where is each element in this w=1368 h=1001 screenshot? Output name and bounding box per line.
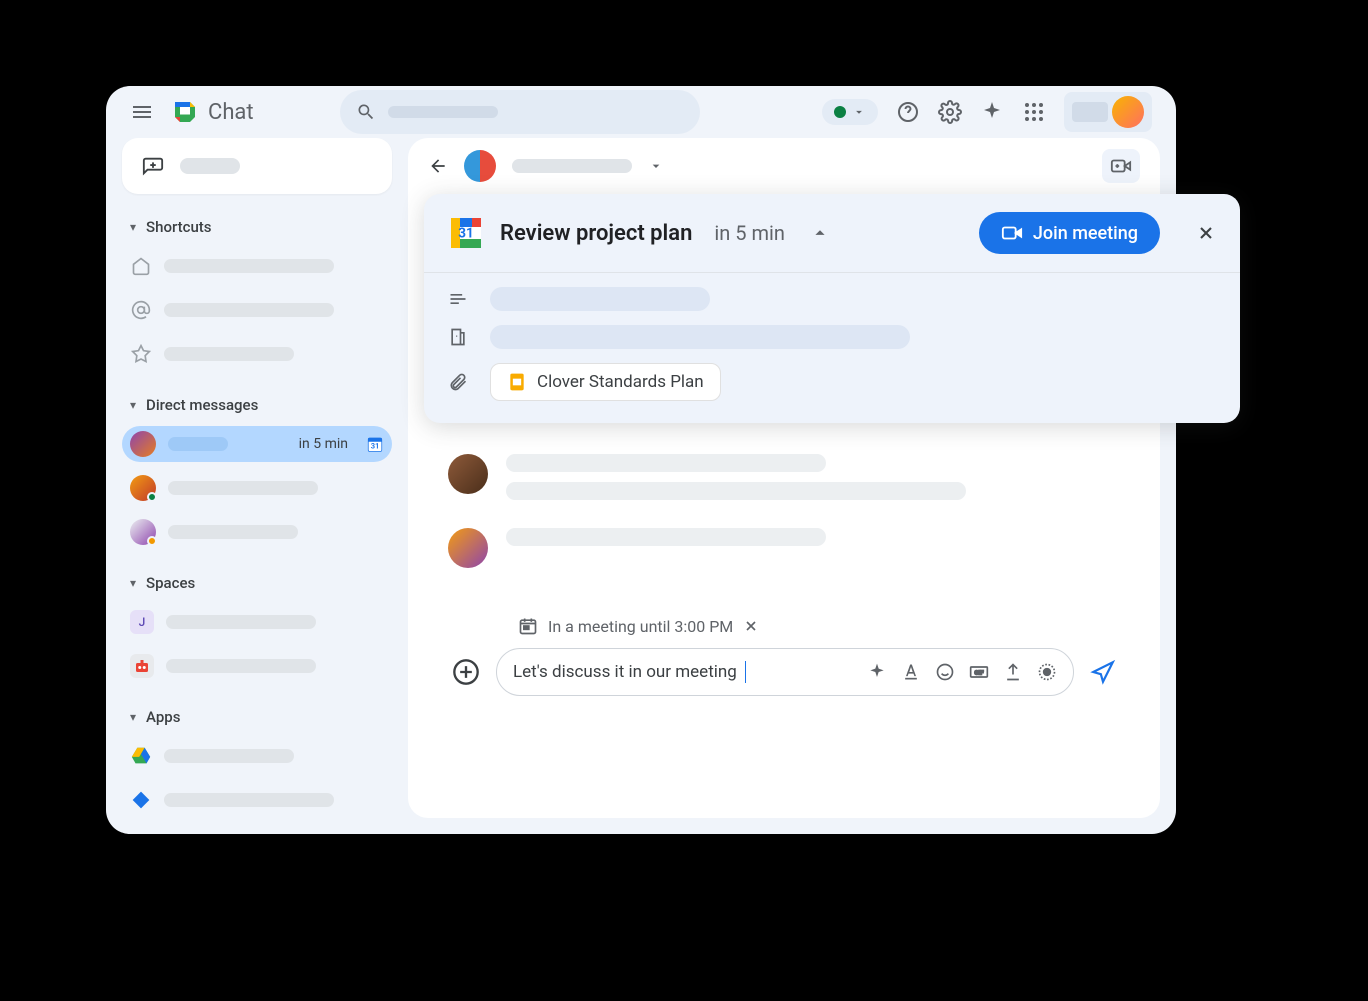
add-attachment-button[interactable] xyxy=(452,658,480,686)
calendar-icon: 31 xyxy=(448,215,484,251)
conversation-header xyxy=(408,138,1160,194)
status-menu[interactable] xyxy=(822,99,878,125)
meeting-title: Review project plan xyxy=(500,221,692,246)
description-icon xyxy=(448,289,468,309)
status-text: In a meeting until 3:00 PM xyxy=(548,617,733,636)
app-name: Chat xyxy=(208,100,254,125)
chevron-down-icon[interactable] xyxy=(648,158,664,174)
sidebar: ▾ Shortcuts ▾ Direct messages xyxy=(122,138,392,818)
search-icon xyxy=(356,102,376,122)
gif-icon[interactable]: GIF xyxy=(969,662,989,682)
message-item xyxy=(448,528,1120,568)
conversation-panel: 31 Review project plan in 5 min Join mee… xyxy=(408,138,1160,818)
spaces-header[interactable]: ▾ Spaces xyxy=(122,570,392,596)
send-button[interactable] xyxy=(1090,659,1116,685)
drive-icon xyxy=(130,745,152,767)
shortcut-mentions[interactable] xyxy=(122,292,392,328)
presence-status: In a meeting until 3:00 PM xyxy=(518,616,1120,636)
record-icon[interactable] xyxy=(1037,662,1057,682)
meeting-card: 31 Review project plan in 5 min Join mee… xyxy=(424,194,1240,423)
dm-avatar xyxy=(130,475,156,501)
meeting-time: in 5 min xyxy=(714,221,785,245)
back-icon[interactable] xyxy=(428,156,448,176)
home-icon xyxy=(130,255,152,277)
svg-text:GIF: GIF xyxy=(975,671,985,677)
new-chat-icon xyxy=(142,155,164,177)
mention-icon xyxy=(130,299,152,321)
sparkle-icon[interactable] xyxy=(980,100,1004,124)
shortcut-starred[interactable] xyxy=(122,336,392,372)
chevron-down-icon: ▾ xyxy=(130,398,136,412)
chevron-down-icon: ▾ xyxy=(130,220,136,234)
space-item[interactable]: J xyxy=(122,604,392,640)
search-input[interactable] xyxy=(340,90,700,134)
attachment-icon xyxy=(448,372,468,392)
message-avatar xyxy=(448,454,488,494)
star-icon xyxy=(130,343,152,365)
spaces-label: Spaces xyxy=(146,574,195,592)
jira-icon xyxy=(130,789,152,811)
dm-header[interactable]: ▾ Direct messages xyxy=(122,392,392,418)
svg-text:31: 31 xyxy=(458,226,474,242)
video-call-button[interactable] xyxy=(1102,149,1140,183)
new-chat-button[interactable] xyxy=(122,138,392,194)
app-item-drive[interactable] xyxy=(122,738,392,774)
apps-header[interactable]: ▾ Apps xyxy=(122,704,392,730)
dm-item[interactable] xyxy=(122,514,392,550)
slides-icon xyxy=(507,372,527,392)
apps-label: Apps xyxy=(146,708,180,726)
user-avatar xyxy=(1112,96,1144,128)
join-meeting-button[interactable]: Join meeting xyxy=(979,212,1160,254)
chevron-down-icon xyxy=(852,105,866,119)
format-icon[interactable] xyxy=(901,662,921,682)
room-icon xyxy=(448,327,468,347)
message-item xyxy=(448,454,1120,500)
meeting-attachment[interactable]: Clover Standards Plan xyxy=(490,363,721,401)
calendar-icon: 31 xyxy=(366,435,384,453)
dm-avatar xyxy=(130,519,156,545)
video-icon xyxy=(1001,222,1023,244)
shortcuts-header[interactable]: ▾ Shortcuts xyxy=(122,214,392,240)
app-logo: Chat xyxy=(170,97,254,127)
app-item-jira[interactable] xyxy=(122,782,392,818)
join-label: Join meeting xyxy=(1033,223,1138,244)
dm-item-active[interactable]: in 5 min 31 xyxy=(122,426,392,462)
message-avatar xyxy=(448,528,488,568)
calendar-busy-icon xyxy=(518,616,538,636)
dismiss-status-icon[interactable] xyxy=(743,618,759,634)
help-icon[interactable] xyxy=(896,100,920,124)
menu-icon[interactable] xyxy=(130,100,154,124)
upload-icon[interactable] xyxy=(1003,662,1023,682)
space-avatar: J xyxy=(130,610,154,634)
sparkle-icon[interactable] xyxy=(867,662,887,682)
message-input[interactable]: Let's discuss it in our meeting GIF xyxy=(496,648,1074,696)
dm-label: Direct messages xyxy=(146,396,258,414)
conversation-avatar xyxy=(464,150,496,182)
bot-icon xyxy=(130,654,154,678)
chevron-down-icon: ▾ xyxy=(130,576,136,590)
attachment-name: Clover Standards Plan xyxy=(537,372,704,392)
shortcuts-label: Shortcuts xyxy=(146,218,211,236)
dm-avatar xyxy=(130,431,156,457)
status-active-dot xyxy=(834,106,846,118)
close-icon[interactable] xyxy=(1196,223,1216,243)
dm-item[interactable] xyxy=(122,470,392,506)
account-menu[interactable] xyxy=(1064,92,1152,132)
emoji-icon[interactable] xyxy=(935,662,955,682)
collapse-icon[interactable] xyxy=(809,222,831,244)
shortcut-home[interactable] xyxy=(122,248,392,284)
svg-text:31: 31 xyxy=(371,442,380,451)
apps-grid-icon[interactable] xyxy=(1022,100,1046,124)
compose-text: Let's discuss it in our meeting xyxy=(513,662,737,682)
chevron-down-icon: ▾ xyxy=(130,710,136,724)
dm-time: in 5 min xyxy=(299,436,348,452)
settings-icon[interactable] xyxy=(938,100,962,124)
space-item[interactable] xyxy=(122,648,392,684)
